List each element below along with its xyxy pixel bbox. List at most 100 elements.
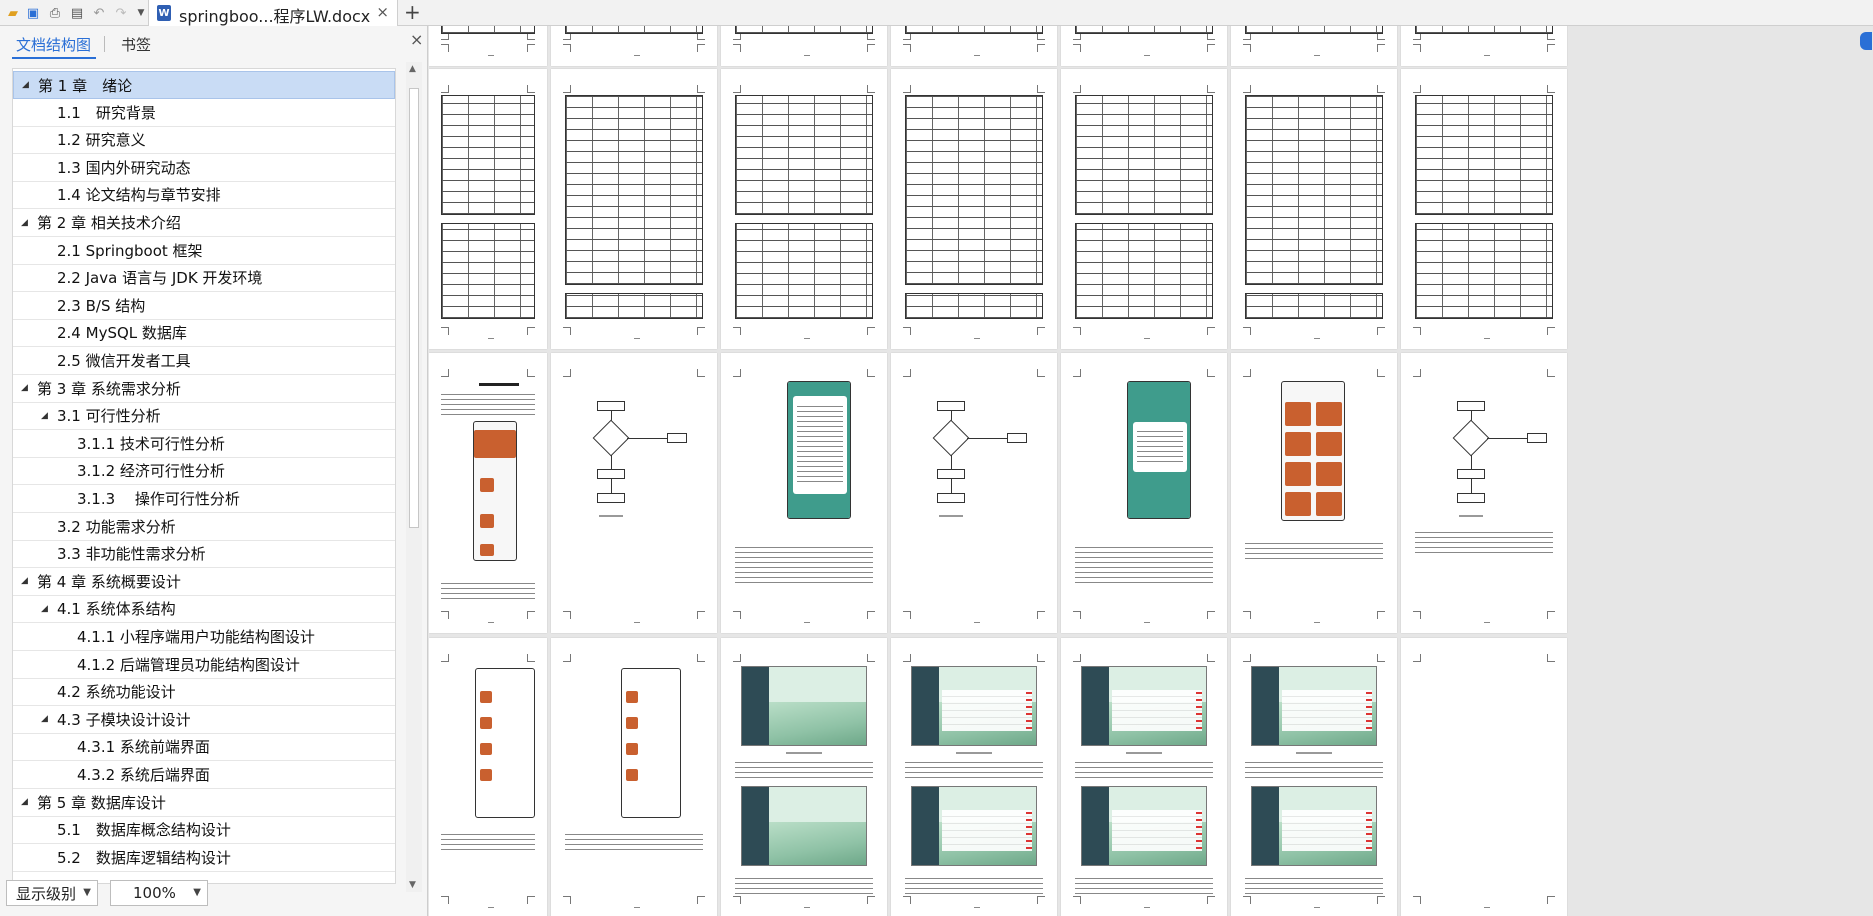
outline-item[interactable]: 2.3 B/S 结构	[13, 292, 395, 320]
food-image	[626, 769, 638, 781]
outline-item[interactable]: ◢ 第 2 章 相关技术介绍	[13, 209, 395, 237]
page-number-mark	[1484, 907, 1490, 908]
table-block	[905, 26, 1043, 34]
tab-document-outline[interactable]: 文档结构图	[16, 34, 91, 55]
table-block	[1245, 95, 1383, 285]
outline-item[interactable]: 2.4 MySQL 数据库	[13, 319, 395, 348]
admin-screenshot	[1081, 666, 1207, 746]
document-page	[551, 638, 717, 916]
page-corner-mark	[527, 85, 535, 93]
outline-item[interactable]: 4.1.1 小程序端用户功能结构图设计	[13, 623, 395, 651]
outline-item[interactable]: 2.5 微信开发者工具	[13, 347, 395, 375]
zoom-dropdown[interactable]: 100% ▼	[110, 880, 208, 906]
scroll-up-icon[interactable]: ▲	[409, 64, 416, 74]
page-corner-mark	[563, 896, 571, 904]
paragraph-text	[735, 760, 873, 778]
outline-item-label: 4.3.1 系统前端界面	[77, 738, 210, 757]
outline-item[interactable]: 5.1 数据库概念结构设计	[13, 816, 395, 845]
outline-item[interactable]: 3.2 功能需求分析	[13, 513, 395, 541]
save-icon[interactable]: ▣	[24, 4, 42, 22]
admin-sidebar	[742, 667, 770, 745]
expand-triangle-icon[interactable]: ◢	[41, 411, 48, 421]
scrollbar-thumb[interactable]	[409, 88, 419, 528]
page-number-mark	[634, 55, 640, 56]
display-level-dropdown[interactable]: 显示级别 ▼	[6, 880, 98, 906]
outline-item[interactable]: 3.1.2 经济可行性分析	[13, 457, 395, 486]
flow-box	[937, 401, 965, 411]
print-preview-icon[interactable]: ▤	[68, 4, 86, 22]
page-number-mark	[634, 907, 640, 908]
outline-item[interactable]: ◢ 第 5 章 数据库设计	[13, 789, 395, 817]
word-doc-icon: W	[157, 5, 171, 21]
admin-sidebar	[1252, 787, 1280, 865]
page-corner-mark	[1073, 611, 1081, 619]
outline-item[interactable]: 1.3 国内外研究动态	[13, 154, 395, 182]
outline-item[interactable]: 3.1.3 操作可行性分析	[13, 485, 395, 513]
page-corner-mark	[1413, 44, 1421, 52]
outline-item[interactable]: 3.3 非功能性需求分析	[13, 540, 395, 569]
outline-item[interactable]: ◢ 3.1 可行性分析	[13, 402, 395, 431]
redo-icon[interactable]: ↷	[112, 4, 130, 22]
document-canvas[interactable]	[429, 26, 1873, 916]
undo-icon[interactable]: ↶	[90, 4, 108, 22]
expand-triangle-icon[interactable]: ◢	[21, 218, 28, 228]
outline-scrollbar[interactable]: ▲ ▼	[406, 62, 422, 892]
outline-item[interactable]: ◢ 4.3 子模块设计设计	[13, 706, 395, 734]
admin-table	[1111, 690, 1203, 731]
close-pane-icon[interactable]: ×	[410, 30, 423, 49]
document-page	[1231, 26, 1397, 66]
admin-table	[1281, 810, 1373, 851]
print-icon[interactable]: ⎙	[46, 4, 64, 22]
figure-caption	[1296, 752, 1332, 754]
admin-background	[769, 822, 866, 865]
page-corner-mark	[1377, 611, 1385, 619]
outline-item[interactable]: 1.1 研究背景	[13, 99, 395, 127]
page-number-mark	[804, 907, 810, 908]
outline-item[interactable]: 4.3.1 系统前端界面	[13, 733, 395, 762]
page-corner-mark	[733, 44, 741, 52]
outline-item[interactable]: ◢ 4.1 系统体系结构	[13, 595, 395, 624]
expand-triangle-icon[interactable]: ◢	[21, 797, 28, 807]
document-tab[interactable]: W springboo...程序LW.docx ×	[148, 0, 398, 26]
outline-item[interactable]: 4.3.2 系统后端界面	[13, 761, 395, 789]
expand-triangle-icon[interactable]: ◢	[41, 604, 48, 614]
outline-item[interactable]: 2.1 Springboot 框架	[13, 237, 395, 265]
admin-screenshot	[1251, 666, 1377, 746]
page-corner-mark	[1037, 327, 1045, 335]
action-links	[1196, 810, 1202, 850]
outline-item[interactable]: ◢ 第 4 章 系统概要设计	[13, 568, 395, 596]
paragraph-text	[735, 878, 873, 894]
page-number-mark	[1484, 622, 1490, 623]
page-number-mark	[1144, 55, 1150, 56]
flow-line	[1471, 455, 1472, 469]
outline-item[interactable]: 1.2 研究意义	[13, 126, 395, 155]
open-folder-icon[interactable]: ▰	[4, 4, 22, 22]
document-page	[891, 638, 1057, 916]
outline-item[interactable]: 4.2 系统功能设计	[13, 678, 395, 707]
page-corner-mark	[733, 896, 741, 904]
food-image	[480, 514, 494, 528]
outline-item[interactable]: ◢ 第 1 章 绪论	[13, 71, 395, 99]
food-image	[626, 743, 638, 755]
expand-triangle-icon[interactable]: ◢	[22, 80, 29, 90]
expand-triangle-icon[interactable]: ◢	[21, 383, 28, 393]
page-corner-mark	[1377, 369, 1385, 377]
new-tab-button[interactable]: +	[404, 1, 421, 23]
outline-item[interactable]: 1.4 论文结构与章节安排	[13, 181, 395, 210]
expand-triangle-icon[interactable]: ◢	[21, 576, 28, 586]
page-corner-mark	[867, 369, 875, 377]
floating-assistant-icon[interactable]	[1860, 32, 1872, 50]
figure-caption	[786, 752, 822, 754]
page-number-mark	[488, 622, 494, 623]
close-tab-icon[interactable]: ×	[376, 3, 389, 21]
form-fields	[797, 402, 843, 482]
outline-item[interactable]: 2.2 Java 语言与 JDK 开发环境	[13, 264, 395, 293]
outline-item[interactable]: ◢ 第 3 章 系统需求分析	[13, 375, 395, 403]
tab-bookmarks[interactable]: 书签	[121, 34, 151, 55]
expand-triangle-icon[interactable]: ◢	[41, 714, 48, 724]
outline-item[interactable]: 4.1.2 后端管理员功能结构图设计	[13, 651, 395, 679]
outline-item[interactable]: 5.2 数据库逻辑结构设计	[13, 844, 395, 872]
document-page	[1401, 69, 1567, 349]
flow-box	[1007, 433, 1027, 443]
outline-item[interactable]: 3.1.1 技术可行性分析	[13, 430, 395, 458]
